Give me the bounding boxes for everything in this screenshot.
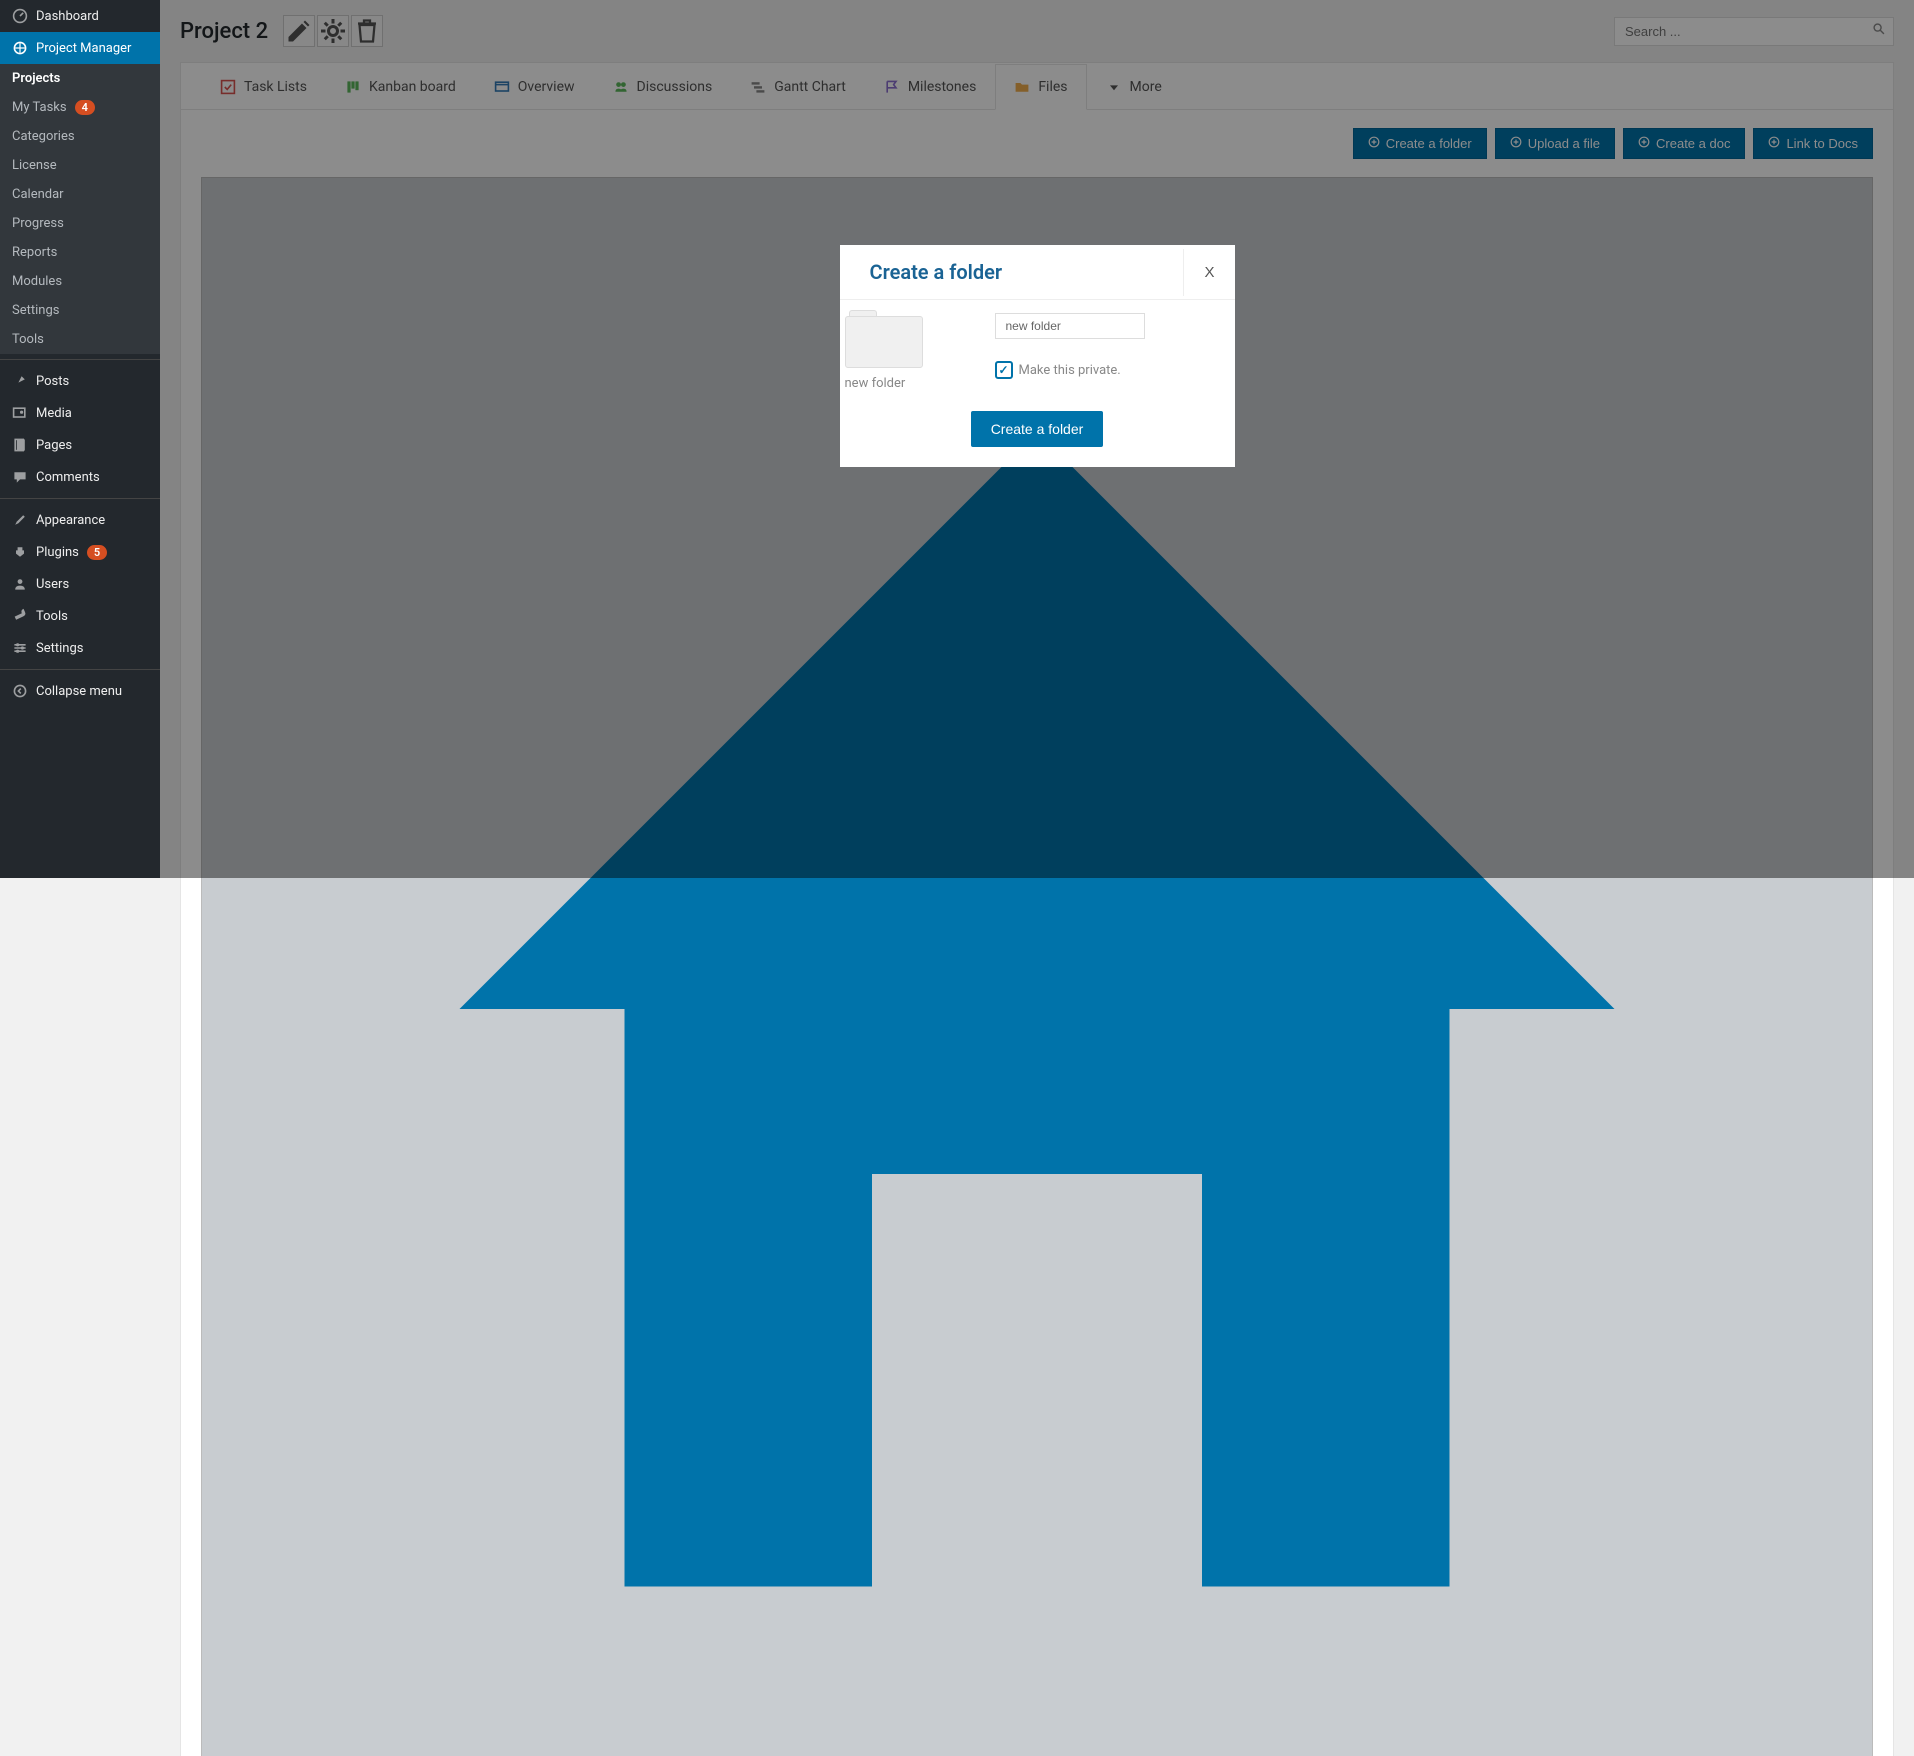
folder-name-input[interactable] [995,313,1145,339]
dashboard-icon [12,8,28,24]
sidebar-item-media[interactable]: Media [0,397,160,429]
sidebar-item-posts[interactable]: Posts [0,365,160,397]
sidebar-label: Appearance [36,513,105,528]
sidebar-sub-my-tasks[interactable]: My Tasks 4 [0,93,160,122]
modal-overlay[interactable]: Create a folder X new folder ✓ [160,0,1914,878]
sidebar-submenu: Projects My Tasks 4 Categories License C… [0,64,160,354]
sidebar-label: Tools [36,609,68,624]
sidebar-sub-tools[interactable]: Tools [0,325,160,354]
sidebar-label: Project Manager [36,41,131,56]
sidebar-sub-categories[interactable]: Categories [0,122,160,151]
private-checkbox-row[interactable]: ✓ Make this private. [995,361,1235,379]
project-manager-icon [12,40,28,56]
folder-preview: new folder [845,308,965,391]
modal-header: Create a folder X [840,245,1235,300]
sidebar-sub-reports[interactable]: Reports [0,238,160,267]
sidebar-sub-projects[interactable]: Projects [0,64,160,93]
user-icon [12,576,28,592]
sidebar-item-settings[interactable]: Settings [0,632,160,664]
sidebar-sub-modules[interactable]: Modules [0,267,160,296]
plugins-badge: 5 [87,545,107,560]
sidebar-sub-settings[interactable]: Settings [0,296,160,325]
sidebar-item-plugins[interactable]: Plugins 5 [0,536,160,568]
pin-icon [12,373,28,389]
sidebar-label: Posts [36,374,69,389]
sidebar-label: Plugins [36,545,79,560]
sidebar-label: Settings [36,641,83,656]
create-folder-modal: Create a folder X new folder ✓ [840,245,1235,467]
sidebar-item-dashboard[interactable]: Dashboard [0,0,160,32]
sidebar-sub-license[interactable]: License [0,151,160,180]
sidebar-label: Media [36,406,72,421]
sidebar-item-appearance[interactable]: Appearance [0,504,160,536]
sidebar-item-tools[interactable]: Tools [0,600,160,632]
sidebar-item-project-manager[interactable]: Project Manager [0,32,160,64]
sidebar-sub-progress[interactable]: Progress [0,209,160,238]
sidebar-sub-label: My Tasks [12,100,67,115]
modal-form: ✓ Make this private. [995,308,1235,391]
comment-icon [12,469,28,485]
private-label: Make this private. [1019,363,1121,378]
plug-icon [12,544,28,560]
collapse-icon [12,683,28,699]
folder-preview-label: new folder [845,376,965,391]
main-content: Project 2 Task Lists Kanban board [160,0,1914,878]
sidebar-collapse[interactable]: Collapse menu [0,675,160,707]
sidebar-label: Collapse menu [36,684,122,699]
modal-title: Create a folder [840,245,1033,299]
sidebar-label: Comments [36,470,100,485]
sidebar-sub-calendar[interactable]: Calendar [0,180,160,209]
sidebar-label: Dashboard [36,9,99,24]
admin-sidebar: Dashboard Project Manager Projects My Ta… [0,0,160,878]
modal-close-button[interactable]: X [1183,249,1234,296]
sliders-icon [12,640,28,656]
private-checkbox[interactable]: ✓ [995,361,1013,379]
wrench-icon [12,608,28,624]
sidebar-item-users[interactable]: Users [0,568,160,600]
modal-footer: Create a folder [840,401,1235,467]
brush-icon [12,512,28,528]
sidebar-label: Users [36,577,69,592]
folder-large-icon [845,310,923,368]
pages-icon [12,437,28,453]
sidebar-item-comments[interactable]: Comments [0,461,160,493]
sidebar-label: Pages [36,438,72,453]
my-tasks-badge: 4 [75,100,95,115]
create-folder-submit[interactable]: Create a folder [971,411,1104,447]
modal-body: new folder ✓ Make this private. [840,300,1235,401]
sidebar-item-pages[interactable]: Pages [0,429,160,461]
media-icon [12,405,28,421]
